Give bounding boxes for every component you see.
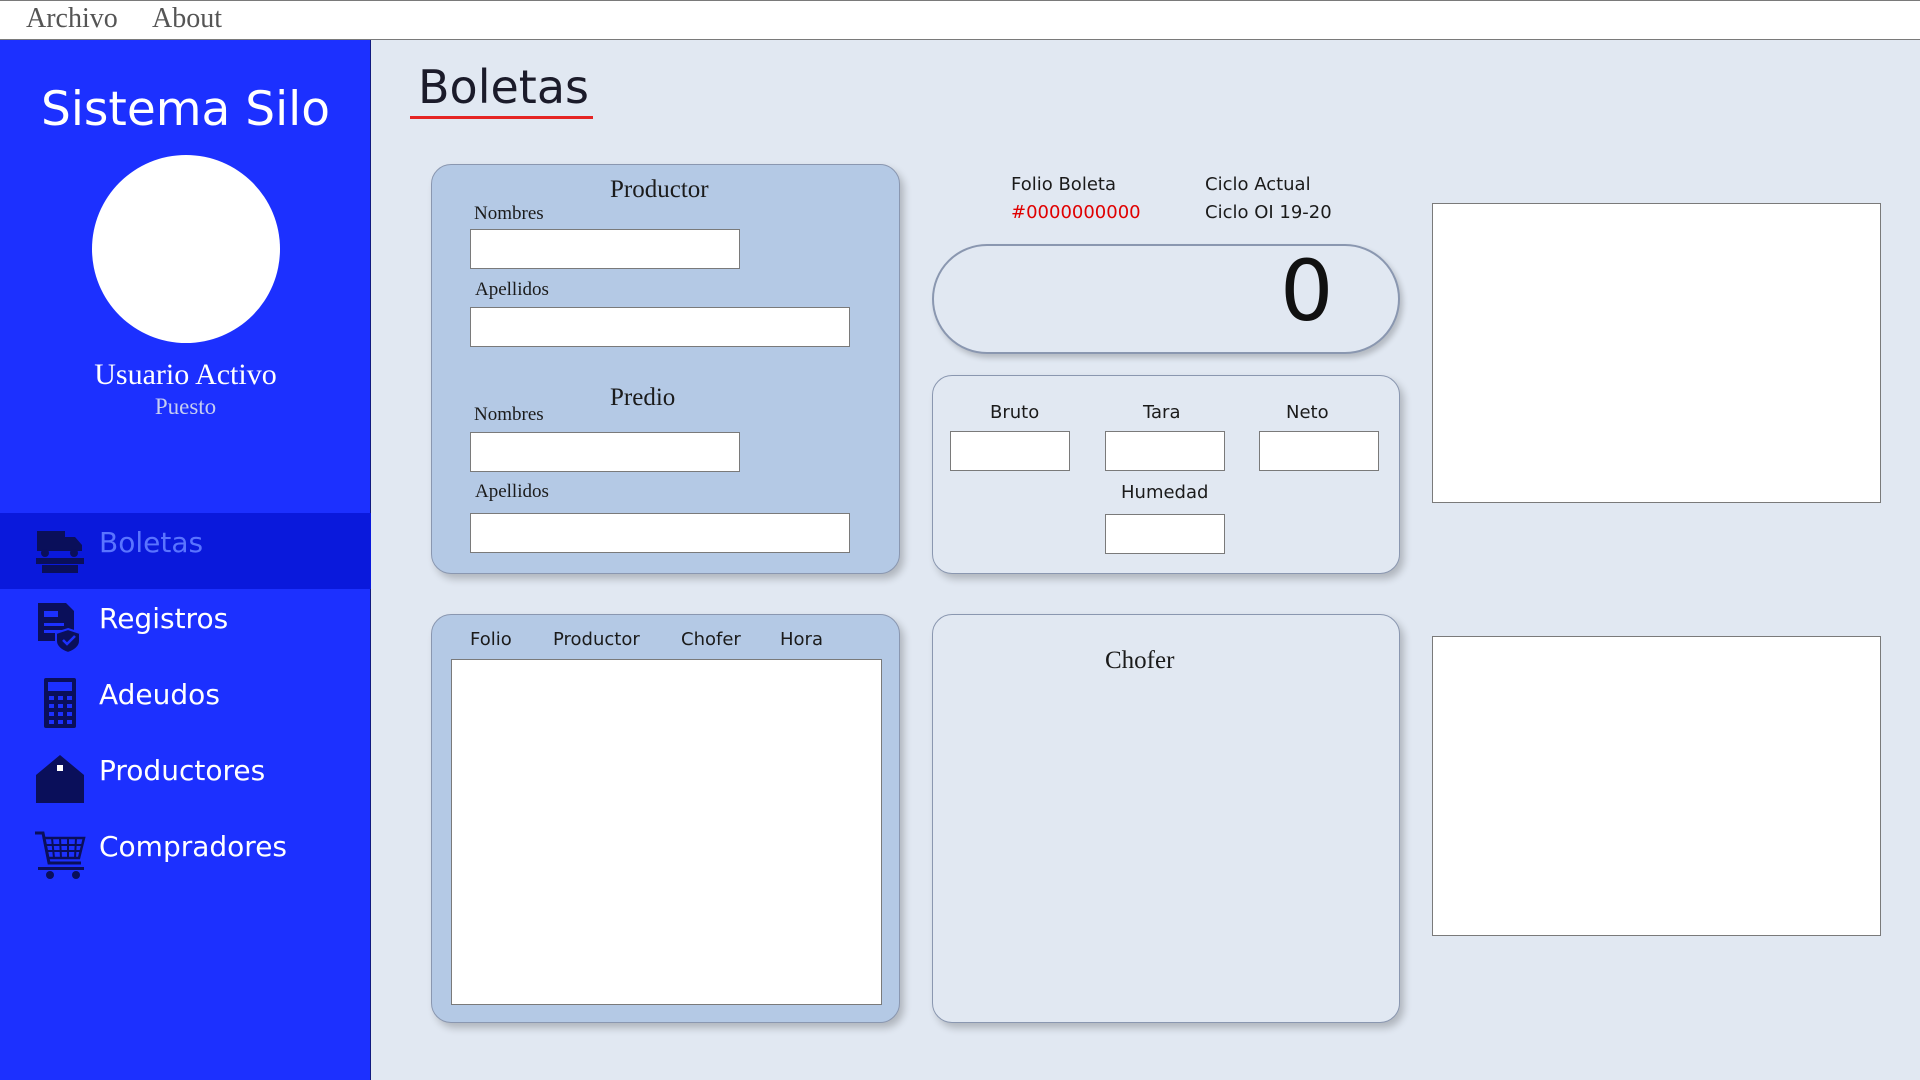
neto-input[interactable] (1259, 431, 1379, 471)
image-box-bottom (1432, 636, 1881, 936)
document-shield-icon (38, 603, 81, 653)
page-title: Boletas (418, 60, 589, 114)
app-title: Sistema Silo (41, 82, 330, 137)
list-header-folio: Folio (470, 629, 512, 650)
sidebar-item-adeudos[interactable]: Adeudos (0, 665, 371, 741)
avatar (92, 155, 280, 343)
user-role: Puesto (154, 394, 217, 419)
sidebar-item-productores[interactable]: Productores (0, 741, 371, 817)
predio-nombres-label: Nombres (474, 404, 544, 425)
ciclo-value: Ciclo OI 19-20 (1205, 202, 1332, 223)
calculator-icon (44, 678, 76, 728)
sidebar-item-label: Productores (99, 754, 266, 787)
sidebar-item-boletas[interactable]: Boletas (0, 513, 371, 589)
scale-reading: 0 (1280, 242, 1334, 340)
shopping-cart-icon (35, 831, 86, 879)
image-box-top (1432, 203, 1881, 503)
bruto-label: Bruto (990, 402, 1040, 423)
sidebar-item-compradores[interactable]: Compradores (0, 817, 371, 893)
productor-nombres-label: Nombres (474, 203, 544, 224)
ciclo-label: Ciclo Actual (1205, 174, 1311, 195)
house-icon (36, 755, 84, 803)
tara-input[interactable] (1105, 431, 1225, 471)
humedad-label: Humedad (1121, 482, 1209, 503)
chofer-panel (932, 614, 1400, 1023)
sidebar: Sistema Silo Usuario Activo Puesto Bolet… (0, 40, 371, 1080)
sidebar-item-registros[interactable]: Registros (0, 589, 371, 665)
list-header-productor: Productor (553, 629, 640, 650)
tara-label: Tara (1143, 402, 1181, 423)
chofer-heading: Chofer (1105, 647, 1175, 674)
neto-label: Neto (1286, 402, 1329, 423)
predio-apellidos-label: Apellidos (475, 481, 549, 502)
menu-archivo[interactable]: Archivo (26, 3, 118, 35)
boletas-list[interactable] (451, 659, 882, 1005)
predio-apellidos-input[interactable] (470, 513, 850, 553)
productor-nombres-input[interactable] (470, 229, 740, 269)
sidebar-item-label: Adeudos (99, 678, 220, 711)
sidebar-item-label: Registros (99, 602, 229, 635)
folio-value: #0000000000 (1011, 202, 1141, 223)
truck-scale-icon (36, 531, 84, 573)
productor-apellidos-input[interactable] (470, 307, 850, 347)
user-name: Usuario Activo (94, 358, 277, 391)
list-header-chofer: Chofer (681, 629, 741, 650)
menu-bar: Archivo About (0, 0, 1920, 40)
sidebar-item-label: Compradores (99, 830, 288, 863)
productor-heading: Productor (610, 176, 709, 203)
title-underline (410, 116, 593, 119)
bruto-input[interactable] (950, 431, 1070, 471)
humedad-input[interactable] (1105, 514, 1225, 554)
list-header-hora: Hora (780, 629, 823, 650)
folio-label: Folio Boleta (1011, 174, 1116, 195)
sidebar-item-label: Boletas (99, 526, 204, 559)
productor-apellidos-label: Apellidos (475, 279, 549, 300)
menu-about[interactable]: About (152, 3, 222, 35)
predio-nombres-input[interactable] (470, 432, 740, 472)
predio-heading: Predio (610, 384, 676, 411)
